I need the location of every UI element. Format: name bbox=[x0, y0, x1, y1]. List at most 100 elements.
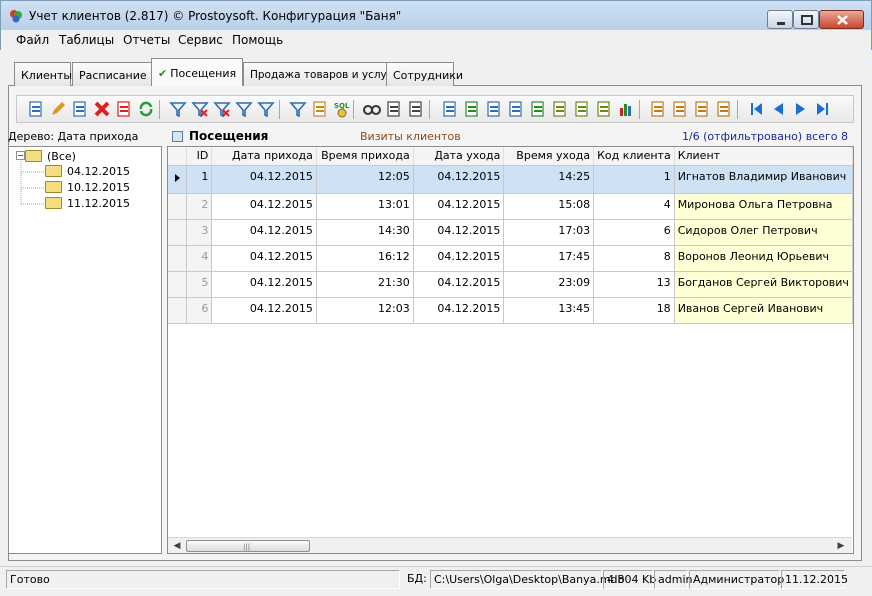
tree-toggle-button[interactable] bbox=[311, 100, 329, 118]
data-grid[interactable]: ID Дата прихода Время прихода Дата ухода… bbox=[167, 146, 854, 554]
table-row[interactable]: 2 04.12.2015 13:01 04.12.2015 15:08 4 Миронова… bbox=[168, 193, 853, 220]
cell-departure-date[interactable]: 04.12.2015 bbox=[413, 165, 505, 194]
export-csv-button[interactable] bbox=[573, 100, 591, 118]
cell-arrival-date[interactable]: 04.12.2015 bbox=[211, 219, 317, 246]
next-record-button[interactable] bbox=[791, 100, 809, 118]
maximize-button[interactable] bbox=[793, 10, 819, 29]
cell-client[interactable]: Игнатов Владимир Иванович bbox=[674, 165, 853, 194]
table-row[interactable]: 1 04.12.2015 12:05 04.12.2015 14:25 1 Игнатов … bbox=[168, 165, 853, 194]
cell-arrival-date[interactable]: 04.12.2015 bbox=[211, 297, 317, 324]
delete-multiple-button[interactable] bbox=[115, 100, 133, 118]
row-indicator[interactable] bbox=[168, 297, 188, 324]
row-indicator[interactable] bbox=[168, 165, 188, 194]
cell-id[interactable]: 6 bbox=[186, 297, 213, 324]
row-indicator[interactable] bbox=[168, 245, 188, 272]
menu-help[interactable]: Помощь bbox=[232, 33, 283, 47]
tab-schedule[interactable]: Расписание bbox=[72, 62, 152, 86]
menu-tables[interactable]: Таблицы bbox=[59, 33, 114, 47]
scroll-right-icon[interactable]: ▶ bbox=[834, 540, 848, 552]
filter-quick-button[interactable] bbox=[235, 100, 253, 118]
cell-arrival-date[interactable]: 04.12.2015 bbox=[211, 165, 317, 194]
column-header-arrival-date[interactable]: Дата прихода bbox=[211, 147, 317, 166]
cell-departure-time[interactable]: 23:09 bbox=[503, 271, 595, 298]
cell-departure-date[interactable]: 04.12.2015 bbox=[413, 271, 505, 298]
cell-arrival-time[interactable]: 12:03 bbox=[316, 297, 414, 324]
delete-button[interactable] bbox=[93, 100, 111, 118]
column-header-client[interactable]: Клиент bbox=[674, 147, 853, 166]
column-header-departure-date[interactable]: Дата ухода bbox=[413, 147, 505, 166]
cell-departure-time[interactable]: 17:45 bbox=[503, 245, 595, 272]
row-indicator[interactable] bbox=[168, 193, 188, 220]
minimize-button[interactable] bbox=[767, 10, 793, 29]
table-row[interactable]: 4 04.12.2015 16:12 04.12.2015 17:45 8 Воронов … bbox=[168, 245, 853, 272]
cell-client[interactable]: Богданов Сергей Викторович bbox=[674, 271, 853, 298]
cell-departure-time[interactable]: 14:25 bbox=[503, 165, 595, 194]
column-header-id[interactable]: ID bbox=[186, 147, 213, 166]
menu-service[interactable]: Сервис bbox=[178, 33, 223, 47]
cell-arrival-time[interactable]: 16:12 bbox=[316, 245, 414, 272]
horizontal-scrollbar[interactable]: ◀ ||| ▶ bbox=[168, 537, 852, 553]
cell-client-code[interactable]: 4 bbox=[593, 193, 675, 220]
table-row[interactable]: 3 04.12.2015 14:30 04.12.2015 17:03 6 Сидоров … bbox=[168, 219, 853, 246]
tree-node[interactable]: 04.12.2015 bbox=[45, 165, 130, 178]
cell-client-code[interactable]: 8 bbox=[593, 245, 675, 272]
table-row[interactable]: 5 04.12.2015 21:30 04.12.2015 23:09 13 Богдано… bbox=[168, 271, 853, 298]
find-button[interactable] bbox=[363, 100, 381, 118]
export-txt-button[interactable] bbox=[595, 100, 613, 118]
cell-client[interactable]: Иванов Сергей Иванович bbox=[674, 297, 853, 324]
previous-record-button[interactable] bbox=[769, 100, 787, 118]
row-indicator[interactable] bbox=[168, 271, 188, 298]
first-record-button[interactable] bbox=[747, 100, 765, 118]
column-header-departure-time[interactable]: Время ухода bbox=[503, 147, 595, 166]
collapse-icon[interactable]: − bbox=[16, 151, 25, 160]
cell-client[interactable]: Воронов Леонид Юрьевич bbox=[674, 245, 853, 272]
filter-active-button[interactable] bbox=[289, 100, 307, 118]
cell-departure-date[interactable]: 04.12.2015 bbox=[413, 245, 505, 272]
edit-button[interactable] bbox=[49, 100, 67, 118]
cell-client[interactable]: Сидоров Олег Петрович bbox=[674, 219, 853, 246]
refresh-button[interactable] bbox=[137, 100, 155, 118]
cell-id[interactable]: 5 bbox=[186, 271, 213, 298]
cell-client-code[interactable]: 6 bbox=[593, 219, 675, 246]
cell-departure-date[interactable]: 04.12.2015 bbox=[413, 193, 505, 220]
menu-reports[interactable]: Отчеты bbox=[123, 33, 170, 47]
filter-remove-button[interactable] bbox=[213, 100, 231, 118]
export-xml-button[interactable] bbox=[551, 100, 569, 118]
sort-settings-button[interactable] bbox=[671, 100, 689, 118]
row-indicator[interactable] bbox=[168, 219, 188, 246]
cell-client[interactable]: Миронова Ольга Петровна bbox=[674, 193, 853, 220]
cell-client-code[interactable]: 18 bbox=[593, 297, 675, 324]
cell-departure-time[interactable]: 17:03 bbox=[503, 219, 595, 246]
cell-client-code[interactable]: 1 bbox=[593, 165, 675, 194]
cell-arrival-time[interactable]: 12:05 bbox=[316, 165, 414, 194]
menu-file[interactable]: Файл bbox=[16, 33, 49, 47]
cell-arrival-date[interactable]: 04.12.2015 bbox=[211, 245, 317, 272]
cell-id[interactable]: 3 bbox=[186, 219, 213, 246]
scroll-left-icon[interactable]: ◀ bbox=[170, 540, 184, 552]
tab-clients[interactable]: Клиенты bbox=[14, 62, 72, 86]
cell-arrival-date[interactable]: 04.12.2015 bbox=[211, 193, 317, 220]
filter-button[interactable] bbox=[169, 100, 187, 118]
copy-record-button[interactable] bbox=[71, 100, 89, 118]
tree-root[interactable]: (Все) bbox=[25, 150, 76, 163]
cell-departure-date[interactable]: 04.12.2015 bbox=[413, 297, 505, 324]
export-html-button[interactable] bbox=[485, 100, 503, 118]
columns-button[interactable] bbox=[693, 100, 711, 118]
export-excel2-button[interactable] bbox=[529, 100, 547, 118]
cell-id[interactable]: 4 bbox=[186, 245, 213, 272]
cell-id[interactable]: 1 bbox=[186, 165, 213, 194]
sql-filter-button[interactable]: SQL bbox=[333, 100, 351, 118]
filter-clear-button[interactable] bbox=[191, 100, 209, 118]
cell-arrival-time[interactable]: 21:30 bbox=[316, 271, 414, 298]
print-preview-button[interactable] bbox=[407, 100, 425, 118]
export-word-button[interactable] bbox=[441, 100, 459, 118]
report-button[interactable] bbox=[715, 100, 733, 118]
chart-button[interactable] bbox=[617, 100, 635, 118]
tab-employees[interactable]: Сотрудники bbox=[386, 62, 463, 86]
cell-arrival-time[interactable]: 13:01 bbox=[316, 193, 414, 220]
cell-departure-time[interactable]: 15:08 bbox=[503, 193, 595, 220]
export-word2-button[interactable] bbox=[507, 100, 525, 118]
close-button[interactable] bbox=[819, 10, 864, 29]
tab-sales[interactable]: Продажа товаров и услуг bbox=[243, 62, 392, 86]
last-record-button[interactable] bbox=[813, 100, 831, 118]
